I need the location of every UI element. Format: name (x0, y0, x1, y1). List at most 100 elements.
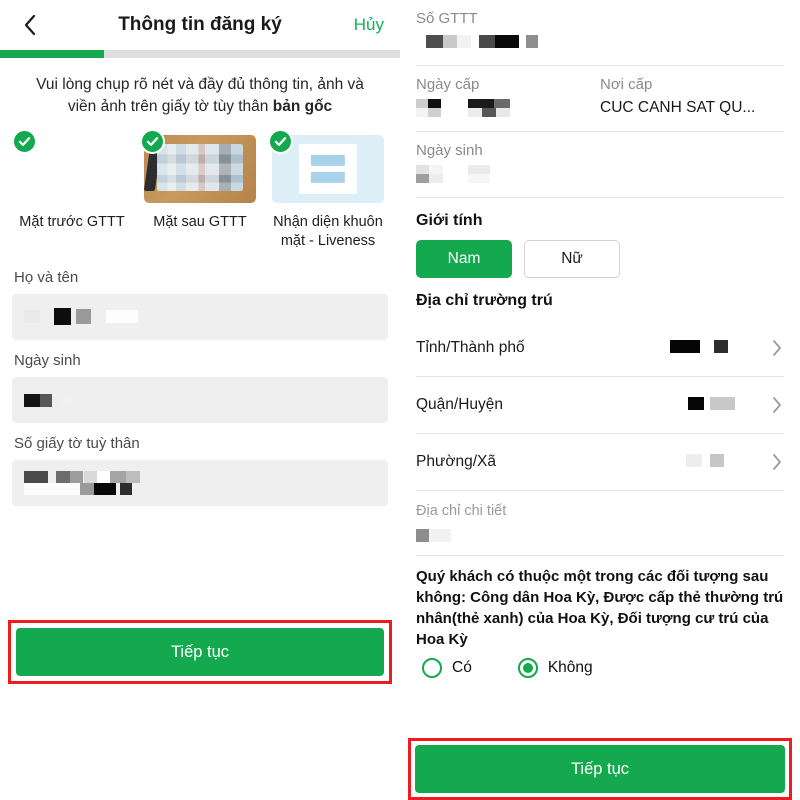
field-label: Họ và tên (14, 268, 79, 286)
field-id-number: Số giấy tờ tuỳ thân (12, 435, 388, 506)
redacted-value (60, 394, 73, 406)
redacted-value (468, 108, 482, 117)
redacted-value (494, 99, 510, 108)
gender-option-female[interactable]: Nữ (524, 240, 620, 278)
radio-option-no[interactable]: Không (517, 658, 593, 678)
progress-bar (0, 50, 400, 58)
redacted-value (416, 174, 429, 183)
issue-date-group: Ngày cấp (416, 76, 600, 119)
redacted-value (94, 482, 116, 495)
thumbnail-item-back-id[interactable]: Mặt sau GTTT (138, 128, 262, 251)
chevron-left-icon (24, 14, 36, 36)
row-label: Số GTTT (416, 10, 478, 27)
redacted-value (56, 470, 70, 483)
redacted-value (468, 174, 490, 183)
instruction-text: Vui lòng chụp rõ nét và đầy đủ thông tin… (0, 58, 400, 129)
address-row-value (648, 454, 758, 470)
redacted-value (482, 108, 496, 117)
face-bar-top (311, 154, 345, 166)
row-label: Ngày cấp (416, 76, 480, 93)
issue-date-value[interactable] (416, 99, 600, 119)
redacted-value (126, 470, 140, 483)
continue-button[interactable]: Tiếp tục (415, 745, 785, 793)
redacted-value (468, 99, 494, 108)
thumbnail-box (12, 128, 128, 203)
field-birth-date: Ngày sinh (12, 352, 388, 423)
row-label: Nơi cấp (600, 76, 653, 93)
continue-button-annotation: Tiếp tục (8, 620, 392, 684)
birth-date-value[interactable] (416, 165, 784, 185)
redacted-value (80, 482, 94, 495)
chevron-right-icon (770, 339, 784, 357)
row-id-number: Số GTTT (416, 0, 784, 66)
issue-place-group: Nơi cấp CUC CANH SAT QU... (600, 76, 784, 119)
thumbnail-label: Mặt trước GTTT (19, 213, 125, 230)
redacted-value (479, 35, 495, 48)
instruction-emphasis: bản gốc (272, 98, 333, 116)
redacted-value (429, 529, 451, 542)
redacted-value (24, 470, 48, 483)
address-detail-value[interactable] (416, 529, 784, 545)
redacted-value (24, 309, 40, 323)
row-issue-info: Ngày cấp Nơi cấp CUC CANH SAT QU... (416, 66, 784, 132)
identity-details-screen: Số GTTT Ngày cấp Nơi cấp CUC CANH SAT QU… (400, 0, 800, 800)
thumbnail-item-liveness[interactable]: Nhận diện khuôn mặt - Liveness (266, 128, 390, 251)
redacted-value (670, 340, 700, 353)
issue-place-value[interactable]: CUC CANH SAT QU... (600, 99, 784, 117)
gender-option-male[interactable]: Nam (416, 240, 512, 278)
redacted-value (457, 35, 471, 48)
continue-button[interactable]: Tiếp tục (16, 628, 384, 676)
redacted-value (120, 482, 132, 495)
redacted-value (110, 470, 126, 483)
address-row-label: Tỉnh/Thành phố (416, 339, 525, 356)
thumbnail-label: Nhận diện khuôn mặt - Liveness (273, 213, 383, 249)
fatca-question-text: Quý khách có thuộc một trong các đối tượ… (416, 568, 784, 648)
check-circle-icon (140, 128, 165, 154)
redacted-value (416, 99, 428, 108)
check-circle-icon (12, 128, 37, 154)
back-button[interactable] (16, 11, 44, 39)
redacted-value (428, 99, 441, 108)
radio-dot (522, 663, 533, 673)
address-row-district[interactable]: Quận/Huyện (416, 377, 784, 434)
redacted-value (40, 393, 52, 407)
registration-info-screen: Thông tin đăng ký Hủy Vui lòng chụp rõ n… (0, 0, 400, 800)
row-birth-date: Ngày sinh (416, 132, 784, 198)
field-full-name: Họ và tên (12, 269, 388, 340)
birth-date-input[interactable] (12, 376, 388, 423)
id-number-value[interactable] (416, 33, 784, 53)
progress-bar-fill (0, 50, 104, 58)
address-detail-field: Địa chỉ chi tiết (416, 491, 784, 556)
redacted-value (468, 165, 490, 174)
address-row-province[interactable]: Tỉnh/Thành phố (416, 320, 784, 377)
address-row-value (648, 397, 758, 413)
id-number-input[interactable] (12, 459, 388, 506)
redacted-value (714, 340, 728, 353)
redacted-value (416, 165, 429, 174)
redacted-value (710, 454, 724, 467)
address-row-label: Phường/Xã (416, 453, 497, 470)
field-label: Số giấy tờ tuỳ thân (14, 434, 140, 452)
thumbnail-label: Mặt sau GTTT (153, 213, 247, 230)
redacted-value (710, 397, 735, 410)
redacted-value (688, 397, 704, 410)
redacted-value (97, 470, 110, 483)
cancel-link[interactable]: Hủy (354, 15, 384, 35)
address-section-title: Địa chỉ trường trú (416, 292, 553, 309)
chevron-right-icon (770, 396, 784, 414)
redacted-value (76, 308, 91, 324)
redacted-value (426, 35, 443, 48)
address-row-ward[interactable]: Phường/Xã (416, 434, 784, 491)
gender-section-title: Giới tính (416, 212, 483, 229)
thumbnail-item-front-id[interactable]: Mặt trước GTTT (10, 128, 134, 251)
instruction-line-2: viền ảnh trên giấy tờ tùy thân (67, 98, 273, 116)
address-detail-label: Địa chỉ chi tiết (416, 503, 507, 519)
redacted-value (416, 529, 429, 542)
continue-button-annotation: Tiếp tục (408, 738, 792, 800)
document-thumbnails: Mặt trước GTTT Mặt sau GTTT Nhận diện kh… (0, 128, 400, 251)
radio-option-yes[interactable]: Có (422, 658, 472, 678)
page-title: Thông tin đăng ký (118, 14, 282, 35)
redacted-value (24, 482, 80, 495)
full-name-input[interactable] (12, 293, 388, 340)
face-placeholder-icon (298, 143, 358, 195)
